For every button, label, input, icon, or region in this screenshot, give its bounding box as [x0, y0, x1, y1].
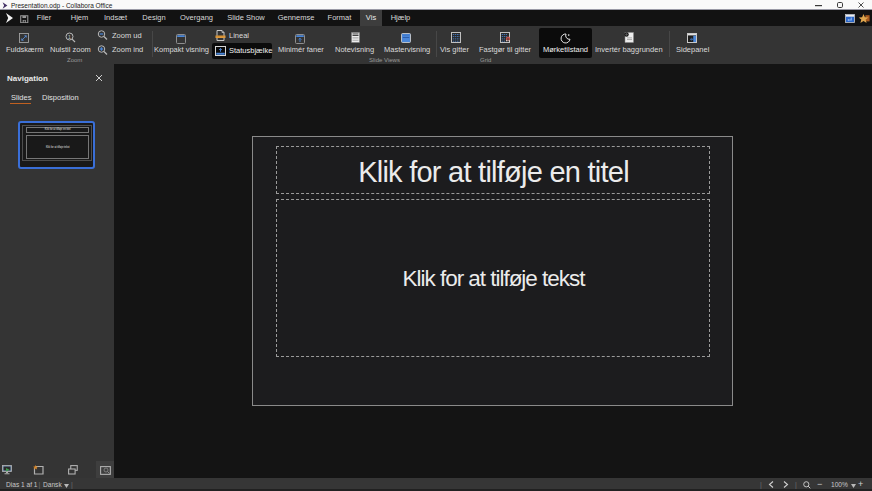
svg-text:1: 1 — [68, 34, 72, 40]
